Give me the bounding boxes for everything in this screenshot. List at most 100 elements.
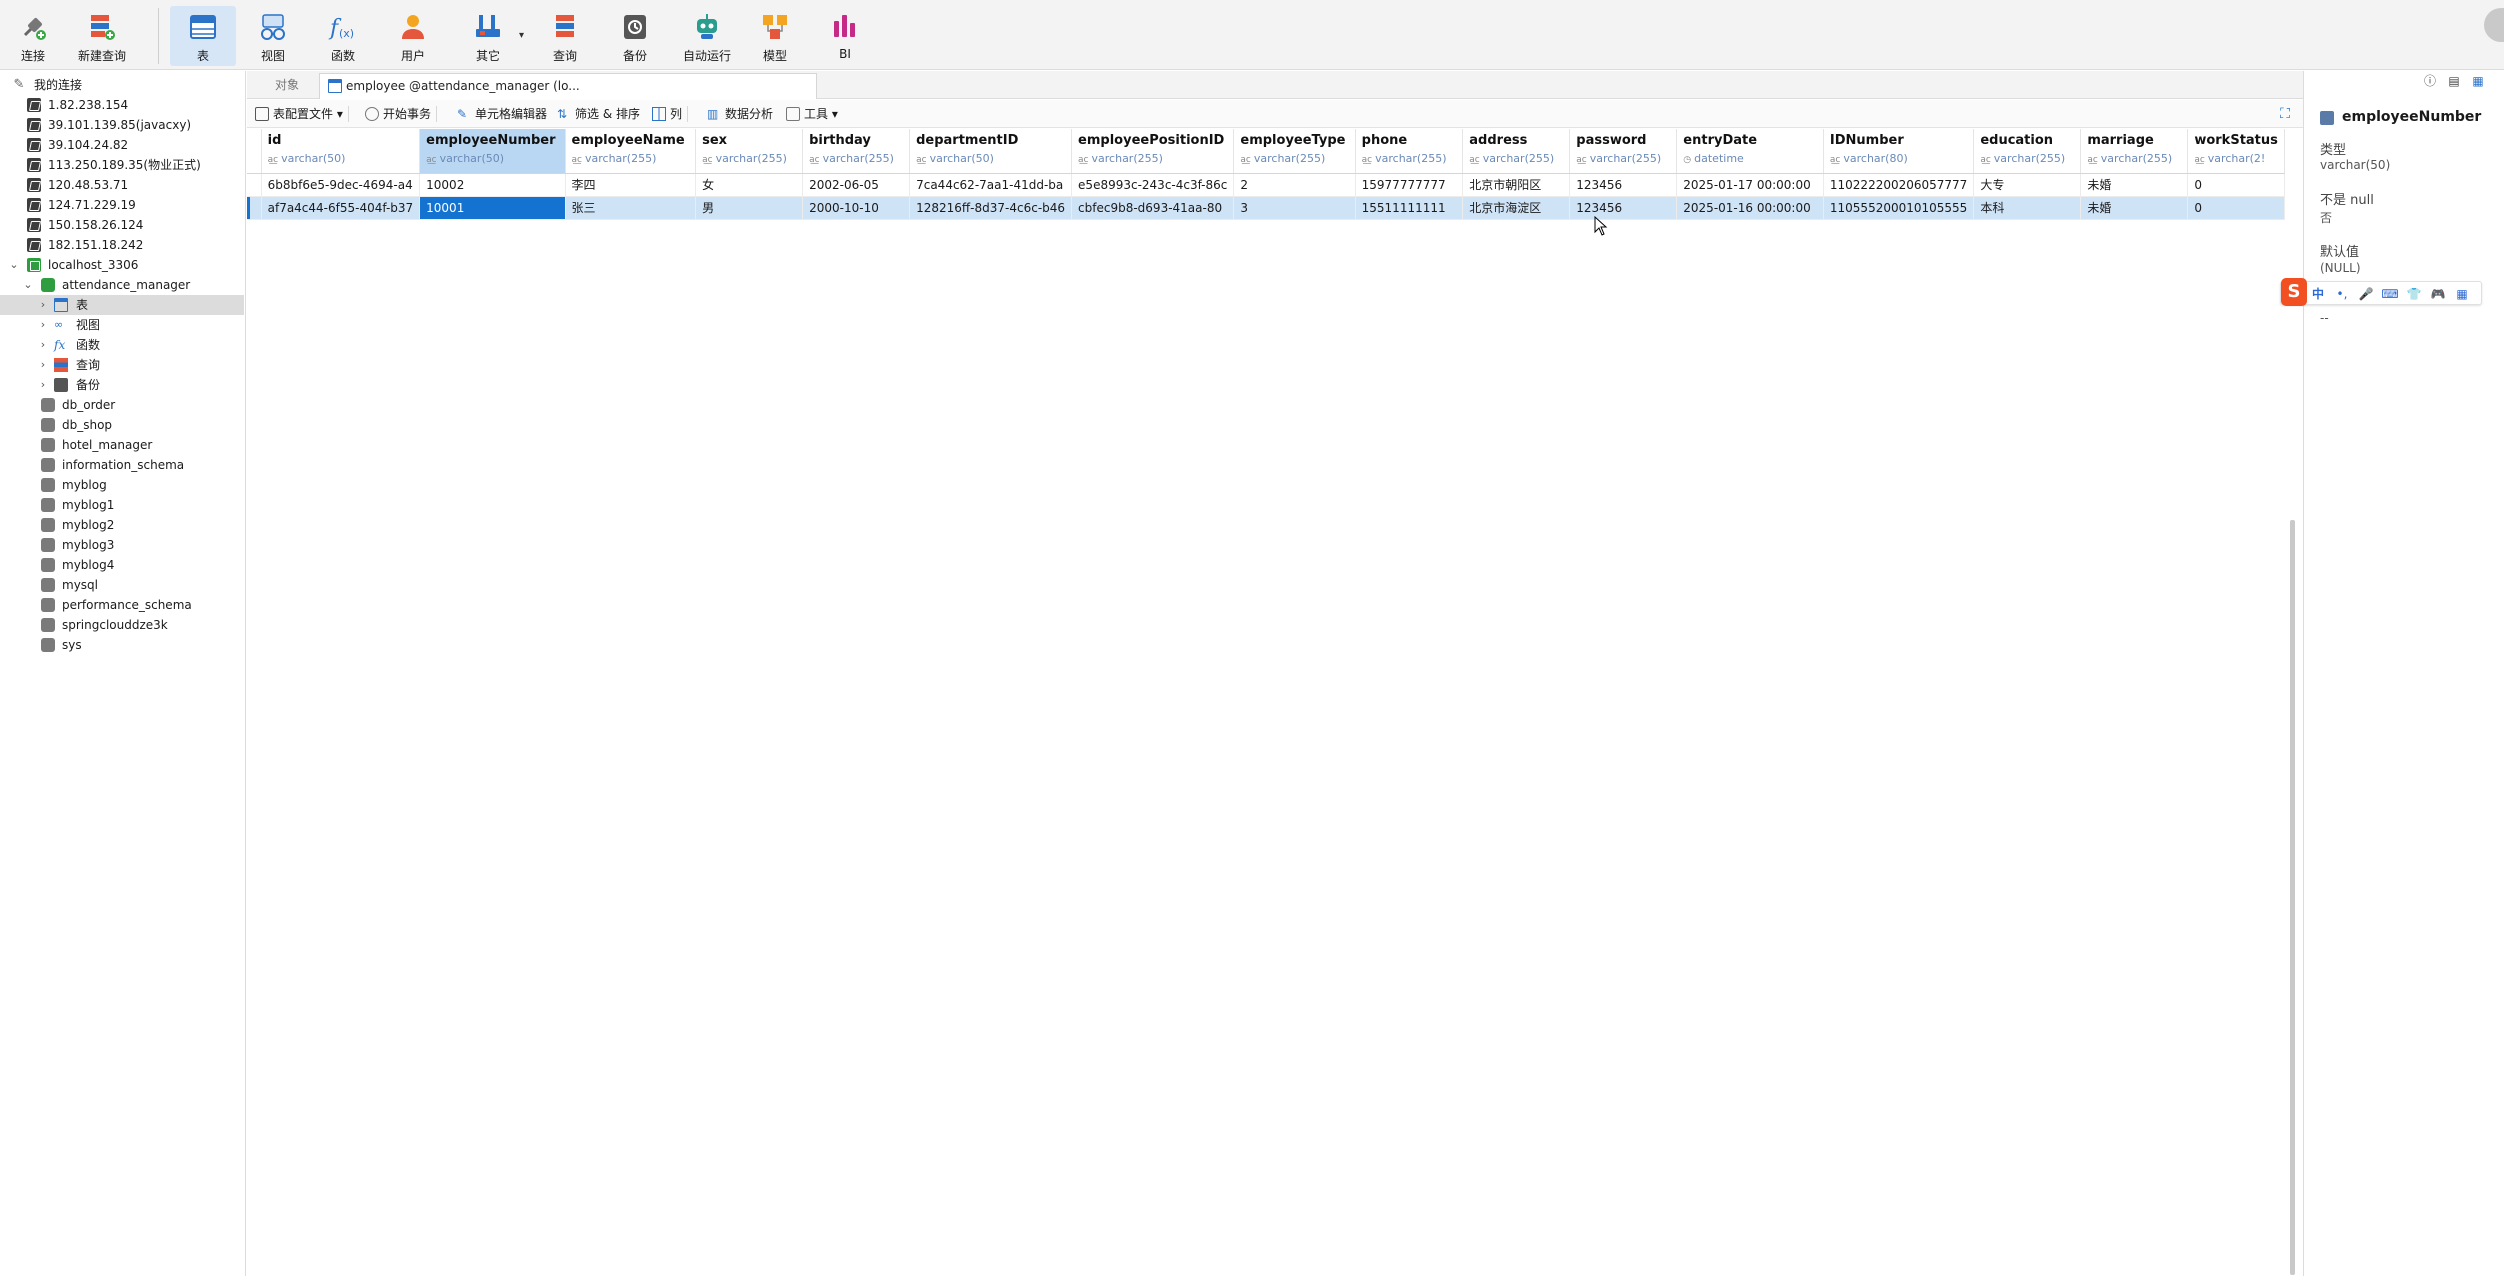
ime-toolbar[interactable]: S 中 •, 🎤 ⌨ 👕 🎮 ▦ xyxy=(2280,278,2482,306)
table-profile-button[interactable]: 表配置文件 ▾ xyxy=(253,100,349,128)
database-item[interactable]: sys xyxy=(0,635,244,655)
begin-transaction-button[interactable]: 开始事务 xyxy=(363,100,438,128)
skin-icon[interactable]: 👕 xyxy=(2405,285,2423,303)
chevron-down-icon[interactable]: ⌄ xyxy=(22,275,34,295)
column-header-employeepositionid[interactable]: employeePositionID a͟ᴄ varchar(255) xyxy=(1071,129,1235,174)
sogou-logo-icon[interactable]: S xyxy=(2281,278,2307,306)
vertical-scrollbar[interactable] xyxy=(2290,520,2295,1275)
table-cell[interactable]: af7a4c44-6f55-404f-b37 xyxy=(261,196,421,220)
database-item[interactable]: springclouddze3k xyxy=(0,615,244,635)
table-cell[interactable]: 7ca44c62-7aa1-41dd-ba xyxy=(909,173,1073,197)
column-header-entrydate[interactable]: entryDate ◷ datetime xyxy=(1676,129,1824,174)
connection-item[interactable]: 150.158.26.124 xyxy=(0,215,244,235)
table-cell[interactable]: 未婚 xyxy=(2080,196,2189,220)
database-item[interactable]: myblog4 xyxy=(0,555,244,575)
column-header-idnumber[interactable]: IDNumber a͟ᴄ varchar(80) xyxy=(1823,129,1975,174)
database-item[interactable]: myblog xyxy=(0,475,244,495)
table-cell[interactable]: 3 xyxy=(1233,196,1356,220)
database-item[interactable]: db_shop xyxy=(0,415,244,435)
filter-sort-button[interactable]: ⇅ 筛选 & 排序 xyxy=(555,100,640,128)
tree-item-tables[interactable]: › 表 xyxy=(0,295,244,315)
expand-icon[interactable]: ⛶ xyxy=(2277,106,2293,122)
table-cell[interactable]: cbfec9b8-d693-41aa-80 xyxy=(1071,196,1235,220)
account-avatar[interactable] xyxy=(2484,8,2504,42)
database-item-open[interactable]: ⌄ attendance_manager xyxy=(0,275,244,295)
connection-item[interactable]: 39.101.139.85(javacxy) xyxy=(0,115,244,135)
table-cell[interactable]: 10002 xyxy=(419,173,566,197)
table-cell[interactable]: 北京市朝阳区 xyxy=(1462,173,1571,197)
query-button[interactable]: 查询 xyxy=(532,6,598,66)
column-header-employeetype[interactable]: employeeType a͟ᴄ varchar(255) xyxy=(1233,129,1356,174)
column-header-employeename[interactable]: employeeName a͟ᴄ varchar(255) xyxy=(565,129,697,174)
connection-item[interactable]: 1.82.238.154 xyxy=(0,95,244,115)
connection-item[interactable]: 113.250.189.35(物业正式) xyxy=(0,155,244,175)
table-cell[interactable]: 2 xyxy=(1233,173,1356,197)
connection-item[interactable]: 39.104.24.82 xyxy=(0,135,244,155)
row-marker[interactable] xyxy=(247,173,262,197)
table-cell[interactable]: 0 xyxy=(2187,196,2285,220)
new-query-button[interactable]: 新建查询 xyxy=(67,6,137,66)
database-item[interactable]: myblog1 xyxy=(0,495,244,515)
table-cell[interactable]: 2002-06-05 xyxy=(802,173,911,197)
column-header-departmentid[interactable]: departmentID a͟ᴄ varchar(50) xyxy=(909,129,1073,174)
data-analysis-button[interactable]: ▥ 数据分析 xyxy=(705,100,773,128)
model-button[interactable]: 模型 xyxy=(742,6,808,66)
table-cell[interactable]: 2025-01-16 00:00:00 xyxy=(1676,196,1824,220)
table-cell[interactable]: 未婚 xyxy=(2080,173,2189,197)
database-item[interactable]: myblog3 xyxy=(0,535,244,555)
cell-editor-button[interactable]: ✎ 单元格编辑器 xyxy=(455,100,547,128)
table-cell[interactable]: 6b8bf6e5-9dec-4694-a4 xyxy=(261,173,421,197)
chevron-right-icon[interactable]: › xyxy=(37,355,49,375)
table-cell[interactable]: 110222200206057777 xyxy=(1823,173,1975,197)
column-header-address[interactable]: address a͟ᴄ varchar(255) xyxy=(1462,129,1571,174)
table-cell[interactable]: 李四 xyxy=(565,173,697,197)
chevron-right-icon[interactable]: › xyxy=(37,295,49,315)
ddl-icon[interactable]: ▤ xyxy=(2446,73,2462,89)
table-cell[interactable]: 110555200010105555 xyxy=(1823,196,1975,220)
column-header-id[interactable]: id a͟ᴄ varchar(50) xyxy=(261,129,421,174)
table-cell[interactable]: 2000-10-10 xyxy=(802,196,911,220)
connection-item[interactable]: 182.151.18.242 xyxy=(0,235,244,255)
connection-item[interactable]: 120.48.53.71 xyxy=(0,175,244,195)
apps-grid-icon[interactable]: ▦ xyxy=(2453,285,2471,303)
table-cell[interactable]: 张三 xyxy=(565,196,697,220)
column-header-marriage[interactable]: marriage a͟ᴄ varchar(255) xyxy=(2080,129,2189,174)
database-item[interactable]: myblog2 xyxy=(0,515,244,535)
tree-item-views[interactable]: › ∞ 视图 xyxy=(0,315,244,335)
column-header-sex[interactable]: sex a͟ᴄ varchar(255) xyxy=(695,129,804,174)
layout-icon[interactable]: ▦ xyxy=(2470,73,2486,89)
tree-item-queries[interactable]: › 查询 xyxy=(0,355,244,375)
backup-button[interactable]: 备份 xyxy=(602,6,668,66)
game-icon[interactable]: 🎮 xyxy=(2429,285,2447,303)
database-item[interactable]: db_order xyxy=(0,395,244,415)
tools-button[interactable]: 工具 ▾ xyxy=(784,100,838,128)
microphone-icon[interactable]: 🎤 xyxy=(2357,285,2375,303)
tab-objects[interactable]: 对象 xyxy=(257,73,317,99)
row-marker[interactable] xyxy=(247,196,262,220)
column-header-phone[interactable]: phone a͟ᴄ varchar(255) xyxy=(1355,129,1464,174)
column-header-employeenumber[interactable]: employeeNumber a͟ᴄ varchar(50) xyxy=(419,129,566,174)
chevron-down-icon[interactable]: ⌄ xyxy=(8,255,20,275)
table-cell[interactable]: 123456 xyxy=(1569,173,1678,197)
tree-item-backups[interactable]: › 备份 xyxy=(0,375,244,395)
tree-item-functions[interactable]: › fx 函数 xyxy=(0,335,244,355)
columns-button[interactable]: 列 xyxy=(650,100,689,128)
column-header-birthday[interactable]: birthday a͟ᴄ varchar(255) xyxy=(802,129,911,174)
table-cell[interactable]: e5e8993c-243c-4c3f-86c xyxy=(1071,173,1235,197)
table-cell[interactable]: 15511111111 xyxy=(1355,196,1464,220)
keyboard-icon[interactable]: ⌨ xyxy=(2381,285,2399,303)
database-item[interactable]: performance_schema xyxy=(0,595,244,615)
punctuation-icon[interactable]: •, xyxy=(2333,285,2351,303)
table-cell[interactable]: 本科 xyxy=(1973,196,2082,220)
table-cell[interactable]: 男 xyxy=(695,196,804,220)
column-header-workstatus[interactable]: workStatus a͟ᴄ varchar(2! xyxy=(2187,129,2285,174)
info-icon[interactable]: ⓘ xyxy=(2422,73,2438,89)
my-connections-header[interactable]: ✎ 我的连接 xyxy=(0,75,244,95)
table-cell[interactable]: 123456 xyxy=(1569,196,1678,220)
other-button[interactable]: 其它 xyxy=(455,6,521,66)
table-cell[interactable]: 大专 xyxy=(1973,173,2082,197)
auto-run-button[interactable]: 自动运行 xyxy=(672,6,742,66)
column-header-password[interactable]: password a͟ᴄ varchar(255) xyxy=(1569,129,1678,174)
bi-button[interactable]: BI xyxy=(812,6,878,66)
chevron-right-icon[interactable]: › xyxy=(37,335,49,355)
